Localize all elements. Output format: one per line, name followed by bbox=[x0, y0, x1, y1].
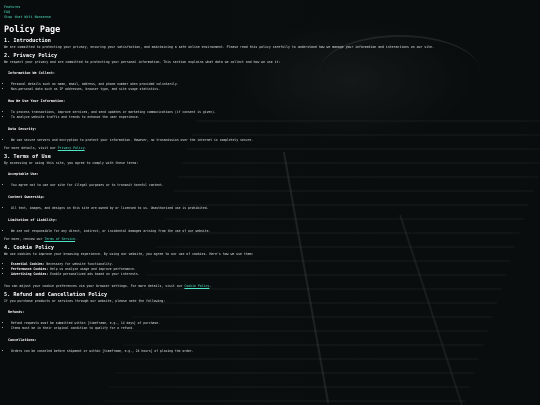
subheading-refunds: Refunds: bbox=[8, 310, 25, 314]
list-cancellations: Orders can be canceled before shipment o… bbox=[4, 349, 534, 354]
list-item: Advertising Cookies: Enable personalized… bbox=[11, 272, 534, 277]
list-item: To analyze website traffic and trends to… bbox=[11, 115, 534, 120]
terms-more-prefix: For more, review our bbox=[4, 237, 43, 241]
privacy-policy-link[interactable]: Privacy Policy bbox=[58, 146, 85, 150]
section-heading-cookie: 4. Cookie Policy bbox=[4, 244, 54, 251]
list-liability: We are not responsible for any direct, i… bbox=[4, 229, 534, 234]
terms-more: For more, review our Terms of Service. bbox=[4, 237, 77, 241]
list-item: You agree not to use our site for illega… bbox=[11, 183, 534, 188]
cookie-more-prefix: You can adjust your cookie preferences v… bbox=[4, 284, 183, 288]
page-title: Policy Page bbox=[4, 25, 61, 35]
terms-of-service-link[interactable]: Terms of Service bbox=[44, 237, 75, 241]
privacy-more: For more details, visit our Privacy Poli… bbox=[4, 146, 87, 150]
section-heading-refund: 5. Refund and Cancellation Policy bbox=[4, 291, 108, 298]
list-cookies: Essential Cookies: Necessary for website… bbox=[4, 262, 534, 277]
cookie-text: We use cookies to improve your browsing … bbox=[4, 251, 254, 256]
subheading-information-collect: Information We Collect: bbox=[8, 71, 55, 75]
refund-text: If you purchase products or services thr… bbox=[4, 298, 166, 303]
list-item: Non-personal data such as IP addresses, … bbox=[11, 87, 534, 92]
subheading-how-we-use: How We Use Your Information: bbox=[8, 99, 66, 103]
cookie-type-text: Necessary for website functionality. bbox=[46, 262, 114, 266]
cookie-type-label: Advertising Cookies: bbox=[11, 272, 49, 276]
cookie-type-text: Enable personalized ads based on your in… bbox=[50, 272, 140, 276]
cookie-more: You can adjust your cookie preferences v… bbox=[4, 284, 212, 288]
privacy-more-prefix: For more details, visit our bbox=[4, 146, 56, 150]
introduction-text: We are committed to protecting your priv… bbox=[4, 45, 434, 49]
policy-content: Features FAQ Stop that Wifi Nonsense Pol… bbox=[4, 5, 534, 357]
subheading-acceptable-use: Acceptable Use: bbox=[8, 172, 39, 176]
list-refunds: Refund requests must be submitted within… bbox=[4, 321, 534, 331]
top-nav: Features FAQ Stop that Wifi Nonsense bbox=[4, 5, 534, 20]
privacy-text: We respect your privacy and are committe… bbox=[4, 59, 281, 64]
list-data-security: We use secure servers and encryption to … bbox=[4, 138, 534, 143]
list-item: Items must be in their original conditio… bbox=[11, 326, 534, 331]
list-content-ownership: All text, images, and designs on this si… bbox=[4, 206, 534, 211]
list-how-we-use: To process transactions, improve service… bbox=[4, 110, 534, 120]
list-acceptable-use: You agree not to use our site for illega… bbox=[4, 183, 534, 188]
subheading-liability: Limitation of Liability: bbox=[8, 218, 57, 222]
subheading-data-security: Data Security: bbox=[8, 127, 37, 131]
cookie-type-label: Performance Cookies: bbox=[11, 267, 49, 271]
list-item: We are not responsible for any direct, i… bbox=[11, 229, 534, 234]
subheading-cancellations: Cancellations: bbox=[8, 338, 37, 342]
cookie-type-label: Essential Cookies: bbox=[11, 262, 45, 266]
section-heading-introduction: 1. Introduction bbox=[4, 38, 51, 44]
list-item: All text, images, and designs on this si… bbox=[11, 206, 534, 211]
list-item: Orders can be canceled before shipment o… bbox=[11, 349, 534, 354]
cookie-policy-link[interactable]: Cookie Policy bbox=[184, 284, 209, 288]
list-item: We use secure servers and encryption to … bbox=[11, 138, 534, 143]
section-heading-privacy: 2. Privacy Policy bbox=[4, 52, 58, 59]
nav-link-wifi[interactable]: Stop that Wifi Nonsense bbox=[4, 15, 534, 20]
cookie-type-text: Help us analyze usage and improve perfor… bbox=[50, 267, 136, 271]
list-information-collect: Personal details such as name, email, ad… bbox=[4, 82, 534, 92]
terms-text: By accessing or using this site, you agr… bbox=[4, 160, 139, 165]
subheading-content-ownership: Content Ownership: bbox=[8, 195, 45, 199]
section-heading-terms: 3. Terms of Use bbox=[4, 153, 51, 160]
